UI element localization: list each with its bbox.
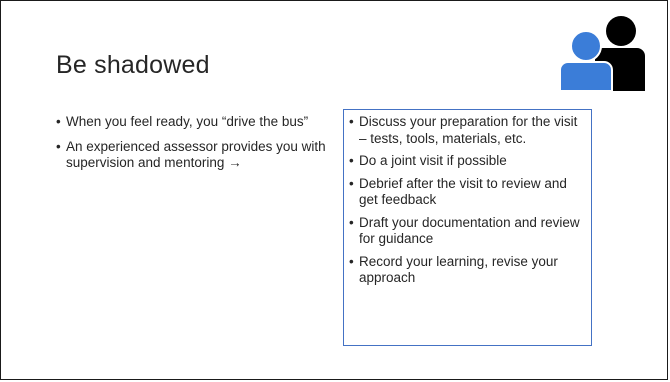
list-item: • Draft your documentation and review fo… <box>349 215 587 248</box>
slide-title: Be shadowed <box>56 51 210 79</box>
bullet-text: An experienced assessor provides you wit… <box>66 138 326 171</box>
bullet-text: Draft your documentation and review for … <box>359 214 580 247</box>
list-item: • Discuss your preparation for the visit… <box>349 114 587 147</box>
left-bullet-list: • When you feel ready, you “drive the bu… <box>56 114 326 180</box>
bullet-text: Debrief after the visit to review and ge… <box>359 175 567 208</box>
bullet-dot: • <box>349 214 354 230</box>
bullet-text: When you feel ready, you “drive the bus” <box>66 114 309 129</box>
list-item: • Record your learning, revise your appr… <box>349 254 587 287</box>
list-item: • An experienced assessor provides you w… <box>56 139 326 172</box>
list-item: • Do a joint visit if possible <box>349 153 587 170</box>
list-item: • Debrief after the visit to review and … <box>349 176 587 209</box>
right-bullet-list: • Discuss your preparation for the visit… <box>349 114 587 287</box>
bullet-text: Do a joint visit if possible <box>359 153 507 168</box>
steps-box: • Discuss your preparation for the visit… <box>343 109 592 346</box>
list-item: • When you feel ready, you “drive the bu… <box>56 114 326 131</box>
bullet-text: Record your learning, revise your approa… <box>359 253 558 286</box>
bullet-dot: • <box>56 114 61 129</box>
bullet-dot: • <box>349 153 354 168</box>
bullet-text: Discuss your preparation for the visit –… <box>359 114 578 146</box>
bullet-dot: • <box>349 253 354 269</box>
slide: Be shadowed • When you feel ready, you “… <box>0 0 668 380</box>
bullet-dot: • <box>349 175 354 191</box>
bullet-dot: • <box>349 114 354 129</box>
two-people-icon <box>559 16 645 91</box>
bullet-dot: • <box>56 138 61 154</box>
